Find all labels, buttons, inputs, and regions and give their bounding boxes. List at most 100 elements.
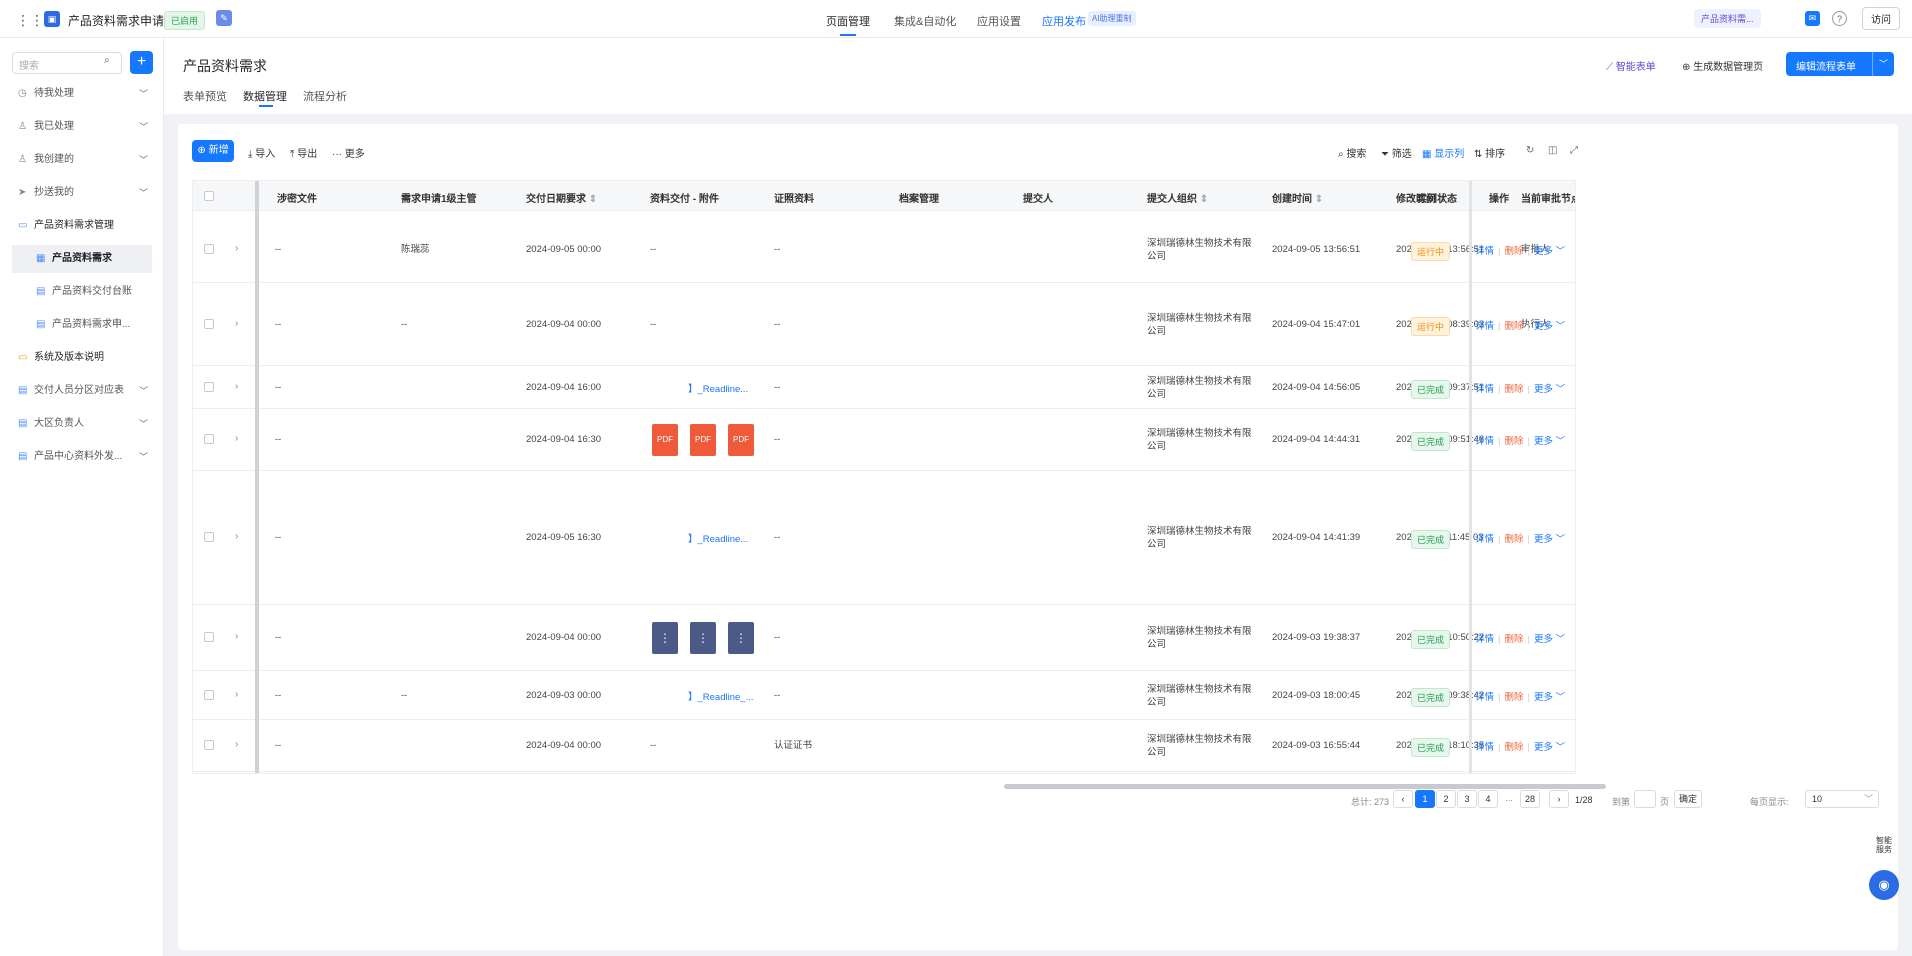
row-checkbox[interactable] bbox=[204, 690, 214, 700]
tab-form-preview[interactable]: 表单预览 bbox=[183, 88, 227, 104]
sidebar-item-external-release[interactable]: ▤ 产品中心资料外发... ﹀ bbox=[12, 443, 152, 471]
sidebar-item-req-apply[interactable]: ▤ 产品资料需求申... bbox=[12, 311, 152, 339]
attachment-link[interactable]: 】_Readline... bbox=[688, 381, 748, 395]
detail-link[interactable]: 详情 bbox=[1475, 534, 1494, 545]
col-license[interactable]: 证照资料 bbox=[774, 190, 814, 205]
chevron-right-icon[interactable]: › bbox=[235, 318, 238, 329]
goto-page-input[interactable] bbox=[1634, 790, 1656, 808]
more-actions-link[interactable]: 更多 ﹀ bbox=[1534, 692, 1565, 703]
detail-link[interactable]: 详情 bbox=[1475, 692, 1494, 703]
delete-link[interactable]: 删除 bbox=[1504, 634, 1523, 645]
visit-button[interactable]: 访问 bbox=[1862, 7, 1900, 30]
more-actions-link[interactable]: 更多 ﹀ bbox=[1534, 384, 1565, 395]
table-row[interactable]: › -- 陈瑞蕊 2024-09-05 00:00 -- -- 深圳瑞德林生物技术有限公司 2… bbox=[193, 217, 1575, 283]
row-checkbox[interactable] bbox=[204, 244, 214, 254]
delete-link[interactable]: 删除 bbox=[1504, 692, 1523, 703]
more-actions-link[interactable]: 更多 ﹀ bbox=[1534, 246, 1565, 257]
chevron-right-icon[interactable]: › bbox=[235, 689, 238, 700]
detail-link[interactable]: 详情 bbox=[1475, 634, 1494, 645]
nav-integration[interactable]: 集成&自动化 bbox=[894, 13, 956, 29]
pdf-file-icon[interactable]: PDF bbox=[690, 424, 716, 456]
col-attachment[interactable]: 资料交付 - 附件 bbox=[650, 190, 719, 205]
export-button[interactable]: ⤒ 导出 bbox=[290, 145, 317, 160]
row-checkbox[interactable] bbox=[204, 740, 214, 750]
col-manager[interactable]: 需求申请1级主管 bbox=[401, 190, 477, 205]
new-record-button[interactable]: ⊕ 新增 bbox=[192, 140, 234, 162]
pdf-file-icon[interactable]: PDF bbox=[728, 424, 754, 456]
sidebar-item-group-management[interactable]: ▭ 产品资料需求管理 bbox=[12, 212, 152, 240]
chevron-right-icon[interactable]: › bbox=[235, 381, 238, 392]
import-button[interactable]: ⤓ 导入 bbox=[248, 145, 275, 160]
sidebar-item-processed[interactable]: ♙ 我已处理 ﹀ bbox=[12, 113, 152, 141]
notification-icon[interactable]: ✉ bbox=[1805, 11, 1820, 26]
row-checkbox[interactable] bbox=[204, 532, 214, 542]
zip-file-icon[interactable]: ⋮ bbox=[690, 622, 716, 654]
app-edit-icon[interactable]: ✎ bbox=[216, 10, 232, 26]
table-row[interactable]: › -- 2024-09-05 16:30 】_Readline... -- 深圳瑞德林生… bbox=[193, 471, 1575, 605]
nav-app-publish[interactable]: 应用发布 bbox=[1042, 13, 1086, 29]
table-row[interactable]: › -- 2024-09-04 16:30 PDF PDF PDF -- 深圳瑞德林生物技术有… bbox=[193, 409, 1575, 471]
zip-file-icon[interactable]: ⋮ bbox=[728, 622, 754, 654]
row-checkbox[interactable] bbox=[204, 382, 214, 392]
row-checkbox[interactable] bbox=[204, 319, 214, 329]
chevron-right-icon[interactable]: › bbox=[235, 433, 238, 444]
smart-service-robot[interactable]: 智能 服务 ◉ bbox=[1866, 836, 1902, 906]
page-button[interactable]: 3 bbox=[1457, 790, 1477, 808]
page-button[interactable]: 4 bbox=[1478, 790, 1498, 808]
smart-table-button[interactable]: ⟋ 智能表单 bbox=[1606, 58, 1656, 73]
page-button[interactable]: 2 bbox=[1436, 790, 1456, 808]
more-actions-link[interactable]: 更多 ﹀ bbox=[1534, 742, 1565, 753]
table-row[interactable]: › -- -- 2024-09-04 00:00 -- -- 深圳瑞德林生物技术有限公司 20… bbox=[193, 283, 1575, 366]
col-created[interactable]: 创建时间 ⇕ bbox=[1272, 190, 1323, 205]
delete-link[interactable]: 删除 bbox=[1504, 321, 1523, 332]
col-status[interactable]: 实例状态 bbox=[1417, 190, 1457, 205]
sidebar-item-product-req[interactable]: ▦ 产品资料需求 bbox=[12, 245, 152, 273]
sort-button[interactable]: ⇅ 排序 bbox=[1474, 145, 1505, 160]
delete-link[interactable]: 删除 bbox=[1504, 436, 1523, 447]
chevron-right-icon[interactable]: › bbox=[235, 531, 238, 542]
table-row[interactable]: › -- 2024-09-04 00:00 ⋮ ⋮ ⋮ -- 深圳瑞德林生物技术有限公司 202… bbox=[193, 605, 1575, 671]
horizontal-scrollbar[interactable] bbox=[1004, 784, 1606, 789]
attachment-link[interactable]: 】_Readline_... bbox=[688, 689, 753, 703]
sidebar-item-pending[interactable]: ◷ 待我处理 ﹀ bbox=[12, 80, 152, 108]
row-checkbox[interactable] bbox=[204, 434, 214, 444]
table-row[interactable]: › -- 2024-09-04 16:00 】_Readline... -- 深圳瑞德林生… bbox=[193, 366, 1575, 409]
tab-process-analysis[interactable]: 流程分析 bbox=[303, 88, 347, 104]
page-button[interactable]: 28 bbox=[1520, 790, 1540, 808]
more-actions-link[interactable]: 更多 ﹀ bbox=[1534, 534, 1565, 545]
prev-page-button[interactable]: ‹ bbox=[1393, 790, 1413, 808]
fullscreen-icon[interactable]: ⤢ bbox=[1570, 145, 1578, 156]
row-checkbox[interactable] bbox=[204, 632, 214, 642]
detail-link[interactable]: 详情 bbox=[1475, 321, 1494, 332]
delete-link[interactable]: 删除 bbox=[1504, 534, 1523, 545]
more-actions-link[interactable]: 更多 ﹀ bbox=[1534, 634, 1565, 645]
zip-file-icon[interactable]: ⋮ bbox=[652, 622, 678, 654]
table-row[interactable]: › -- -- 2024-09-03 00:00 】_Readline_... -- 深圳瑞… bbox=[193, 671, 1575, 720]
sidebar-item-system-version[interactable]: ▭ 系统及版本说明 bbox=[12, 344, 152, 372]
col-org[interactable]: 提交人组织 ⇕ bbox=[1147, 190, 1208, 205]
edit-form-button[interactable]: 编辑流程表单 ﹀ bbox=[1786, 52, 1894, 76]
delete-link[interactable]: 删除 bbox=[1504, 246, 1523, 257]
page-size-select[interactable]: 10 ﹀ bbox=[1805, 790, 1879, 808]
next-page-button[interactable]: › bbox=[1549, 790, 1569, 808]
table-row[interactable]: › -- 2024-09-04 00:00 -- 认证证书 深圳瑞德林生物技术有限公司 20… bbox=[193, 720, 1575, 772]
search-button[interactable]: ⌕ 搜索 bbox=[1338, 145, 1366, 160]
detail-link[interactable]: 详情 bbox=[1475, 384, 1494, 395]
more-actions-link[interactable]: 更多 ﹀ bbox=[1534, 321, 1565, 332]
sidebar-item-cc[interactable]: ➤ 抄送我的 ﹀ bbox=[12, 179, 152, 207]
chevron-right-icon[interactable]: › bbox=[235, 739, 238, 750]
page-button[interactable]: 1 bbox=[1415, 790, 1435, 808]
sidebar-item-created[interactable]: ♙ 我创建的 ﹀ bbox=[12, 146, 152, 174]
layout-icon[interactable]: ◫ bbox=[1548, 145, 1557, 156]
tab-data-management[interactable]: 数据管理 bbox=[243, 88, 287, 107]
chevron-down-icon[interactable]: ﹀ bbox=[1872, 52, 1894, 76]
detail-link[interactable]: 详情 bbox=[1475, 246, 1494, 257]
select-all-checkbox[interactable] bbox=[204, 191, 214, 201]
col-secret[interactable]: 涉密文件 bbox=[277, 190, 317, 205]
add-page-button[interactable]: + bbox=[130, 51, 153, 74]
detail-link[interactable]: 详情 bbox=[1475, 436, 1494, 447]
help-icon[interactable]: ? bbox=[1832, 11, 1847, 26]
detail-link[interactable]: 详情 bbox=[1475, 742, 1494, 753]
nav-app-settings[interactable]: 应用设置 bbox=[977, 13, 1021, 29]
ai-assistant-badge[interactable]: AI助理重制 bbox=[1088, 11, 1136, 26]
